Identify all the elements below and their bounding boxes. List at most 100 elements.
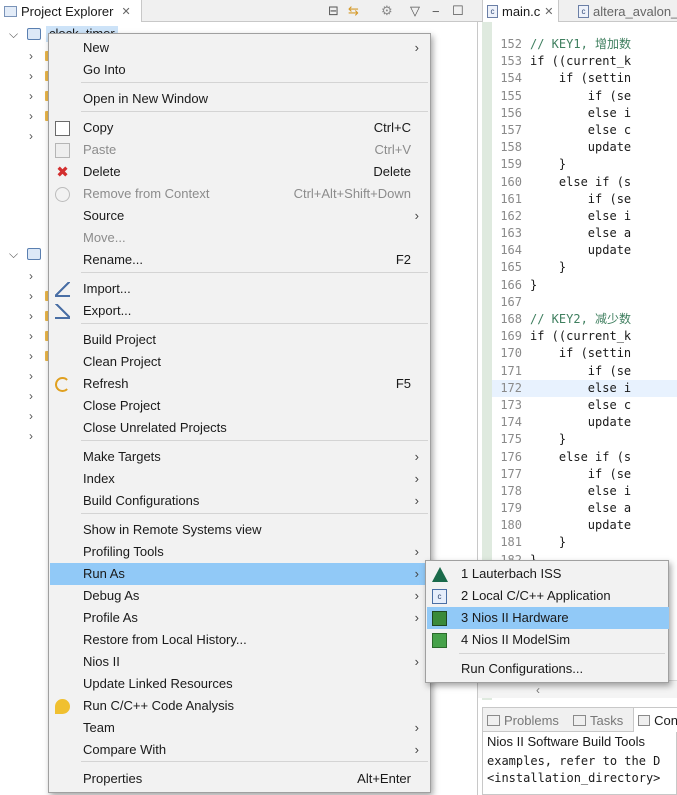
menu-separator <box>81 323 428 324</box>
menu-item-show-in-remote-systems-view[interactable]: Show in Remote Systems view <box>50 519 431 541</box>
menu-item-open-in-new-window[interactable]: Open in New Window <box>50 88 431 110</box>
submenu-item-2-local-c-c-application[interactable]: c 2 Local C/C++ Application <box>427 585 669 607</box>
chevron-right-icon[interactable]: › <box>29 46 39 66</box>
tab-problems[interactable]: Problems <box>487 708 559 732</box>
chevron-right-icon[interactable]: › <box>29 86 39 106</box>
menu-item-source[interactable]: Source › <box>50 205 431 227</box>
code-line[interactable]: 161 if (se <box>492 191 677 208</box>
code-line[interactable]: 167 <box>492 294 677 311</box>
menu-item-refresh[interactable]: Refresh F5 <box>50 373 431 395</box>
menu-item-build-project[interactable]: Build Project <box>50 329 431 351</box>
code-line[interactable]: 181 } <box>492 534 677 551</box>
code-line[interactable]: 178 else i <box>492 483 677 500</box>
code-line[interactable]: 177 if (se <box>492 466 677 483</box>
tab-altera-avalon[interactable]: c altera_avalon_ <box>574 0 677 22</box>
menu-item-new[interactable]: New › <box>50 37 431 59</box>
chevron-right-icon[interactable]: › <box>29 266 39 286</box>
code-line[interactable]: 158 update <box>492 139 677 156</box>
code-line[interactable]: 175 } <box>492 431 677 448</box>
menu-item-run-as[interactable]: Run As › <box>50 563 431 585</box>
menu-item-profiling-tools[interactable]: Profiling Tools › <box>50 541 431 563</box>
code-line[interactable]: 176 else if (s <box>492 449 677 466</box>
code-line[interactable]: 168 // KEY2, 减少数 <box>492 311 677 328</box>
menu-item-run-c-c-code-analysis[interactable]: Run C/C++ Code Analysis <box>50 695 431 717</box>
chevron-right-icon[interactable]: › <box>29 406 39 426</box>
chevron-right-icon[interactable]: › <box>29 386 39 406</box>
collapse-all-icon[interactable]: ⊟ <box>328 2 339 20</box>
tab-console[interactable]: Con <box>633 708 677 732</box>
code-line[interactable]: 152 // KEY1, 增加数 <box>492 36 677 53</box>
filter-icon[interactable]: ⚙ <box>381 2 393 20</box>
chevron-down-icon[interactable]: ⌵ <box>9 244 19 264</box>
code-line[interactable]: 163 else a <box>492 225 677 242</box>
menu-item-debug-as[interactable]: Debug As › <box>50 585 431 607</box>
minimize-icon[interactable]: − <box>432 2 440 20</box>
submenu-item-1-lauterbach-iss[interactable]: 1 Lauterbach ISS <box>427 563 669 585</box>
chevron-right-icon[interactable]: › <box>29 286 39 306</box>
code-line[interactable]: 179 else a <box>492 500 677 517</box>
chevron-down-icon[interactable]: ⌵ <box>9 24 19 44</box>
code-line[interactable]: 154 if (settin <box>492 70 677 87</box>
chevron-right-icon[interactable]: › <box>29 126 39 146</box>
code-line[interactable]: 171 if (se <box>492 363 677 380</box>
code-line[interactable]: 162 else i <box>492 208 677 225</box>
maximize-icon[interactable]: ☐ <box>452 2 464 20</box>
tab-project-explorer[interactable]: Project Explorer ✕ <box>0 0 142 22</box>
code-line[interactable]: 165 } <box>492 259 677 276</box>
tab-main-c[interactable]: c main.c ✕ <box>482 0 559 22</box>
menu-item-label: Profile As <box>83 610 138 625</box>
code-line[interactable]: 170 if (settin <box>492 345 677 362</box>
submenu-item-4-nios-ii-modelsim[interactable]: 4 Nios II ModelSim <box>427 629 669 651</box>
chevron-right-icon[interactable]: › <box>29 306 39 326</box>
code-line[interactable]: 160 else if (s <box>492 174 677 191</box>
chevron-right-icon[interactable]: › <box>29 106 39 126</box>
menu-item-make-targets[interactable]: Make Targets › <box>50 446 431 468</box>
menu-item-properties[interactable]: Properties Alt+Enter <box>50 768 431 790</box>
close-icon[interactable]: ✕ <box>121 5 130 18</box>
code-line[interactable]: 172 else i <box>492 379 677 397</box>
line-number: 178 <box>500 483 522 498</box>
menu-item-nios-ii[interactable]: Nios II › <box>50 651 431 673</box>
menu-item-copy[interactable]: Copy Ctrl+C <box>50 117 431 139</box>
menu-item-delete[interactable]: ✖ Delete Delete <box>50 161 431 183</box>
code-line[interactable]: 155 if (se <box>492 88 677 105</box>
code-line[interactable]: 166} <box>492 277 677 294</box>
chevron-right-icon[interactable]: › <box>29 326 39 346</box>
menu-item-import[interactable]: Import... <box>50 278 431 300</box>
menu-item-team[interactable]: Team › <box>50 717 431 739</box>
chevron-right-icon[interactable]: › <box>29 426 39 446</box>
menu-item-update-linked-resources[interactable]: Update Linked Resources <box>50 673 431 695</box>
chevron-right-icon[interactable]: › <box>29 366 39 386</box>
code-line[interactable]: 153 if ((current_k <box>492 53 677 70</box>
code-line[interactable]: 169 if ((current_k <box>492 328 677 345</box>
chevron-right-icon: › <box>414 566 419 581</box>
code-line[interactable]: 156 else i <box>492 105 677 122</box>
menu-item-rename[interactable]: Rename... F2 <box>50 249 431 271</box>
code-line[interactable]: 157 else c <box>492 122 677 139</box>
code-line[interactable]: 174 update <box>492 414 677 431</box>
menu-item-build-configurations[interactable]: Build Configurations › <box>50 490 431 512</box>
code-line[interactable]: 164 update <box>492 242 677 259</box>
menu-item-go-into[interactable]: Go Into <box>50 59 431 81</box>
menu-item-profile-as[interactable]: Profile As › <box>50 607 431 629</box>
menu-item-compare-with[interactable]: Compare With › <box>50 739 431 761</box>
code-line[interactable]: 180 update <box>492 517 677 534</box>
menu-item-export[interactable]: Export... <box>50 300 431 322</box>
submenu-item-run-configurations[interactable]: Run Configurations... <box>427 658 669 680</box>
submenu-item-3-nios-ii-hardware[interactable]: 3 Nios II Hardware <box>427 607 669 629</box>
tab-tasks[interactable]: Tasks <box>573 708 623 732</box>
code-line[interactable]: 173 else c <box>492 397 677 414</box>
close-icon[interactable]: ✕ <box>544 5 553 18</box>
chevron-right-icon[interactable]: › <box>29 66 39 86</box>
menu-item-index[interactable]: Index › <box>50 468 431 490</box>
menu-item-close-project[interactable]: Close Project <box>50 395 431 417</box>
menu-item-restore-from-local-history[interactable]: Restore from Local History... <box>50 629 431 651</box>
chevron-right-icon[interactable]: › <box>29 346 39 366</box>
link-with-editor-icon[interactable]: ⇆ <box>348 2 359 20</box>
view-menu-icon[interactable]: ▽ <box>410 2 420 20</box>
menu-item-label: Refresh <box>83 376 129 391</box>
code-line[interactable]: 159 } <box>492 156 677 173</box>
tab-console-label: Con <box>654 712 677 728</box>
menu-item-close-unrelated-projects[interactable]: Close Unrelated Projects <box>50 417 431 439</box>
menu-item-clean-project[interactable]: Clean Project <box>50 351 431 373</box>
